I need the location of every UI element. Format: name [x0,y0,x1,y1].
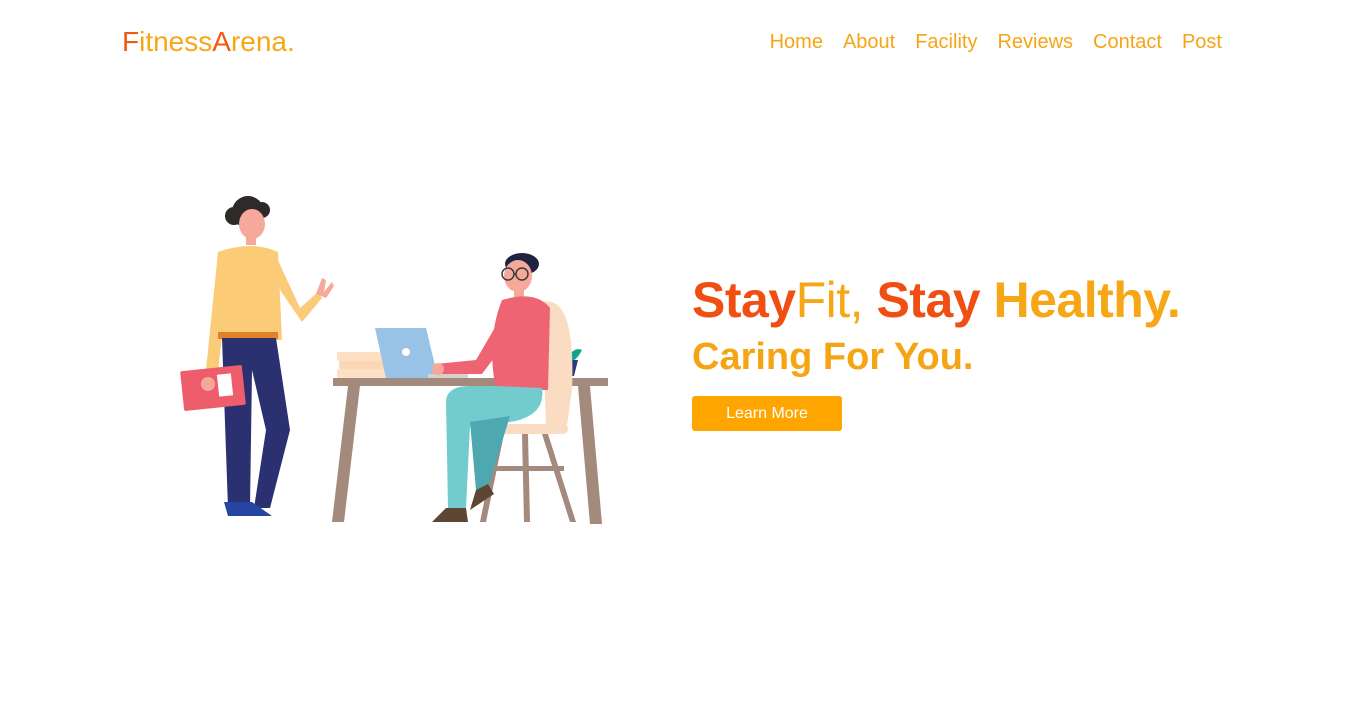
standing-person [180,196,334,516]
nav-home[interactable]: Home [770,31,823,54]
brand-rena: rena [230,26,287,57]
headline-fit: Fit, [795,272,864,328]
nav-about[interactable]: About [843,31,895,54]
hero-headline: StayFit, Stay Healthy. [692,270,1181,330]
brand-dot: . [287,26,295,57]
brand-logo[interactable]: FitnessArena. [122,26,295,58]
hero-illustration [170,190,620,530]
brand-letter-a: A [212,26,231,57]
brand-itness: itness [139,26,213,57]
headline-stay-first: Stay [692,272,796,328]
headline-healthy: Healthy. [993,272,1181,328]
brand-letter-f: F [122,26,140,57]
headline-stay-second: Stay [863,272,994,328]
nav-facility[interactable]: Facility [915,31,977,54]
nav-post[interactable]: Post [1182,31,1222,54]
hero-subline: Caring For You. [692,336,974,378]
office-scene-illustration [180,196,608,524]
main-nav: Home About Facility Reviews Contact Post [770,31,1222,54]
hero-text: StayFit, Stay Healthy. Caring For You. L… [692,270,1181,431]
nav-contact[interactable]: Contact [1093,31,1162,54]
navbar: FitnessArena. Home About Facility Review… [0,0,1349,86]
nav-reviews[interactable]: Reviews [997,31,1073,54]
learn-more-button[interactable]: Learn More [692,396,842,431]
